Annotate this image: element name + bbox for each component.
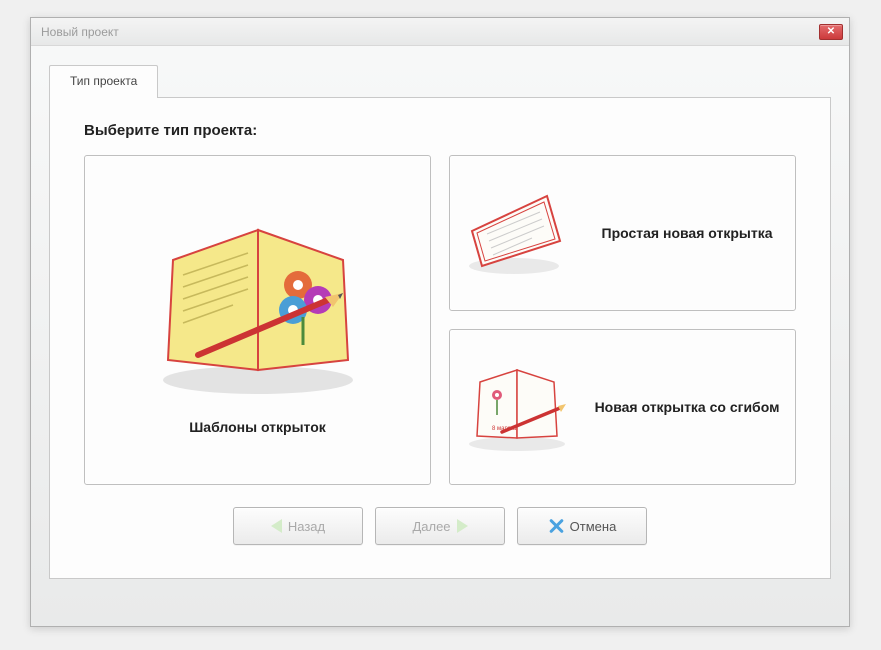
footer-buttons: Назад Далее Отмена	[72, 507, 808, 545]
tab-label: Тип проекта	[70, 74, 137, 88]
prompt-text: Выберите тип проекта:	[84, 122, 808, 139]
close-button[interactable]: ✕	[819, 24, 843, 40]
arrow-left-icon	[271, 519, 282, 533]
options-grid: Шаблоны открыток	[72, 155, 808, 485]
next-button-label: Далее	[412, 519, 450, 534]
next-button[interactable]: Далее	[375, 507, 505, 545]
titlebar: Новый проект ✕	[31, 18, 849, 46]
cancel-x-icon	[548, 518, 564, 534]
option-card-fold[interactable]: 8 марmа Новая открытка со сгибом	[449, 329, 796, 485]
tab-panel: Выберите тип проекта:	[49, 97, 831, 579]
cancel-button[interactable]: Отмена	[517, 507, 647, 545]
card-templates-icon	[143, 205, 373, 405]
option-card-templates[interactable]: Шаблоны открыток	[84, 155, 431, 485]
back-button[interactable]: Назад	[233, 507, 363, 545]
card-templates-label: Шаблоны открыток	[189, 419, 326, 435]
card-fold-label: Новая открытка со сгибом	[591, 399, 783, 415]
dialog-window: Новый проект ✕ Тип проекта Выберите тип …	[30, 17, 850, 627]
close-icon: ✕	[827, 26, 835, 37]
tab-header: Тип проекта	[49, 64, 831, 97]
back-button-label: Назад	[288, 519, 325, 534]
card-simple-label: Простая новая открытка	[591, 225, 783, 241]
window-title: Новый проект	[41, 25, 119, 39]
option-card-simple[interactable]: Простая новая открытка	[449, 155, 796, 311]
card-simple-icon	[462, 186, 577, 281]
card-fold-icon: 8 марmа	[462, 360, 577, 455]
tab-project-type[interactable]: Тип проекта	[49, 65, 158, 98]
cancel-button-label: Отмена	[570, 519, 617, 534]
arrow-right-icon	[457, 519, 468, 533]
content: Тип проекта Выберите тип проекта:	[31, 46, 849, 591]
